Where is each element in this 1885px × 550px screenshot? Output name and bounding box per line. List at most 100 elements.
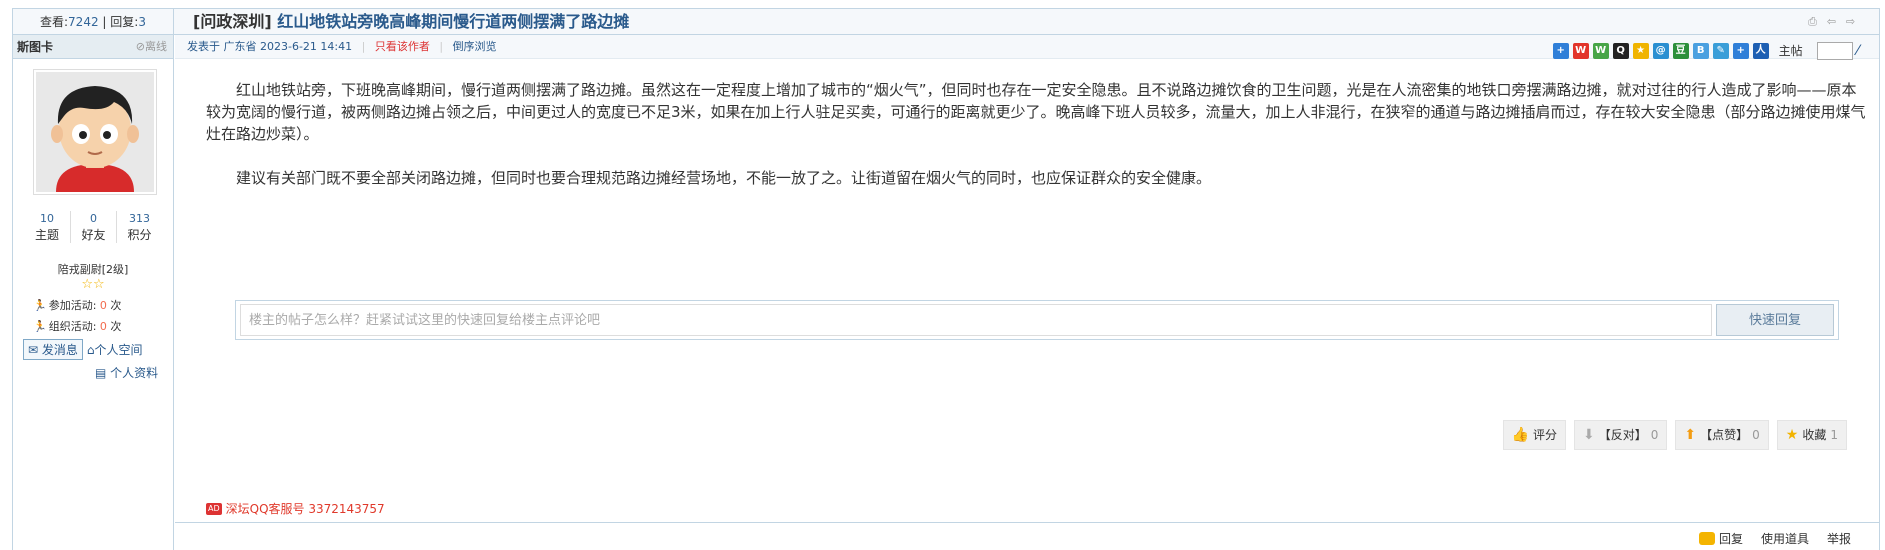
meta-separator: | [361,40,366,53]
post-frame: 查看:7242 | 回复:3 [问政深圳] 红山地铁站旁晚高峰期间慢行道两侧摆满… [12,8,1880,550]
offline-icon: ⊘ [135,40,145,53]
activity-count: 0 [99,299,107,312]
stats-separator: | [102,15,107,29]
arrow-up-icon: ⬆ [1684,427,1697,443]
favorite-button[interactable]: ★ 收藏 1 [1776,420,1847,450]
author-links: ✉ 发消息 ⌂个人空间 [23,339,173,360]
renren-icon[interactable]: 人 [1752,43,1769,59]
author-stats: 10 主题 0 好友 313 积分 [13,211,173,243]
online-status-label: 离线 [145,40,167,53]
activity-label: 组织活动: [48,320,97,333]
home-icon: ⌂ [86,343,95,357]
add-icon[interactable]: + [1732,43,1749,59]
author-sidebar: 斯图卡 ⊘离线 10 主题 0 好友 313 积分 陪戎副尉[2级] ☆☆ 🏃 … [13,35,174,550]
baidu-icon[interactable]: B [1692,43,1709,59]
thread-title-text: 红山地铁站旁晚高峰期间慢行道两侧摆满了路边摊 [277,12,630,31]
wechat-icon[interactable]: W [1592,43,1609,59]
reply-link[interactable]: 回复 [1698,530,1743,547]
post-meta: 发表于 广东省 2023-6-21 14:41 | 只看该作者 | 倒序浏览 +… [175,35,1879,60]
author-bar: 斯图卡 ⊘离线 [13,35,173,59]
post-actions: 👍 评分 ⬇ 【反对】 0 ⬆ 【点赞】 0 ★ 收藏 1 [1502,420,1847,450]
ad-banner[interactable]: AD 深坛QQ客服号 3372143757 [206,500,385,517]
floor-jump-input[interactable] [1816,42,1853,60]
share-plus-icon[interactable]: + [1552,43,1569,59]
running-man-icon: 🏃 [33,320,47,333]
activity-label: 参加活动: [48,299,97,312]
quick-reply-button[interactable]: 快速回复 [1716,304,1834,336]
stat-threads[interactable]: 10 主题 [24,211,70,243]
rate-button[interactable]: 👍 评分 [1502,420,1566,450]
arrow-down-icon: ⬇ [1583,427,1595,443]
mail-icon: ✉ [28,343,39,357]
post-paragraph: 建议有关部门既不要全部关闭路边摊，但同时也要合理规范路边摊经营场地，不能一放了之… [236,169,1212,187]
quick-reply-input[interactable]: 楼主的帖子怎么样？赶紧试试这里的快速回复给楼主点评论吧 [240,304,1712,336]
next-thread-icon[interactable]: ⇨ [1844,16,1857,28]
views-label: 查看: [40,15,69,29]
thread-category[interactable]: [问政深圳] [193,12,272,31]
prev-thread-icon[interactable]: ⇦ [1825,16,1838,28]
online-status: ⊘离线 [136,35,167,59]
stat-label: 主题 [34,228,59,242]
oppose-label: 【反对】 [1598,428,1647,442]
activity-unit: 次 [110,320,122,333]
stat-friends[interactable]: 0 好友 [70,211,116,243]
reverse-order-link[interactable]: 倒序浏览 [453,40,497,53]
reply-label: 回复 [1718,532,1743,546]
favorite-count: 1 [1830,428,1838,442]
activity-count: 0 [99,320,107,333]
qq-icon[interactable]: Q [1612,43,1629,59]
running-man-icon: 🏃 [33,299,47,312]
post-footer: 回复 使用道具 举报 [175,522,1879,550]
send-message-label: 发消息 [41,343,78,357]
thumb-up-icon: 👍 [1511,427,1529,443]
replies-label: 回复: [110,15,139,29]
star-icon: ☆ [93,277,105,292]
meta-separator: | [439,40,444,53]
ad-text: 深坛QQ客服号 3372143757 [225,502,385,516]
stat-points[interactable]: 313 积分 [116,211,162,243]
post-content: 红山地铁站旁，下班晚高峰期间，慢行道两侧摆满了路边摊。虽然这在一定程度上增加了城… [206,79,1866,211]
stat-value: 10 [40,212,54,225]
ad-tag: AD [206,502,222,515]
post-time: 发表于 广东省 2023-6-21 14:41 [187,40,353,53]
floor-label: 主帖 [1778,44,1803,58]
print-icon[interactable]: ⎙ [1806,16,1819,28]
like-button[interactable]: ⬆ 【点赞】 0 [1675,420,1769,450]
quick-reply-box: 楼主的帖子怎么样？赶紧试试这里的快速回复给楼主点评论吧 快速回复 [235,300,1839,340]
tencent-weibo-icon[interactable]: @ [1652,43,1669,59]
weibo-icon[interactable]: W [1572,43,1589,59]
stat-value: 0 [90,212,97,225]
edit-icon[interactable]: ✎ [1712,43,1729,59]
stat-label: 好友 [81,228,106,242]
like-label: 【点赞】 [1700,428,1749,442]
rank-stars: ☆☆ [13,277,173,293]
author-name[interactable]: 斯图卡 [17,40,53,54]
profile-link[interactable]: ▤ 个人资料 [95,364,173,381]
like-count: 0 [1752,428,1760,442]
qzone-icon[interactable]: ★ [1632,43,1649,59]
author-rank[interactable]: 陪戎副尉[2级] [13,261,173,277]
views-count: 7242 [68,15,99,29]
personal-space-label: 个人空间 [94,343,143,357]
post-paragraph: 红山地铁站旁，下班晚高峰期间，慢行道两侧摆满了路边摊。虽然这在一定程度上增加了城… [206,81,1866,143]
report-link[interactable]: 举报 [1827,530,1851,547]
thread-header: 查看:7242 | 回复:3 [问政深圳] 红山地铁站旁晚高峰期间慢行道两侧摆满… [13,9,1879,35]
star-icon: ★ [1785,427,1799,443]
only-author-link[interactable]: 只看该作者 [375,40,430,53]
douban-icon[interactable]: 豆 [1672,43,1689,59]
oppose-count: 0 [1650,428,1659,442]
activity-unit: 次 [110,299,122,312]
star-icon: ☆ [81,277,93,292]
send-message-button[interactable]: ✉ 发消息 [23,339,83,360]
jump-icon[interactable]: ⁄ [1857,39,1859,63]
replies-count: 3 [138,15,146,29]
thread-nav-icons: ⎙ ⇦ ⇨ [1806,16,1857,28]
reply-bubble-icon [1698,532,1715,545]
use-tools-link[interactable]: 使用道具 [1761,530,1809,547]
thread-title: [问政深圳] 红山地铁站旁晚高峰期间慢行道两侧摆满了路边摊 [193,9,629,35]
stat-value: 313 [129,212,150,225]
oppose-button[interactable]: ⬇ 【反对】 0 [1574,420,1668,450]
avatar[interactable] [33,69,157,195]
personal-space-link[interactable]: ⌂个人空间 [87,341,143,358]
share-bar: + W W Q ★ @ 豆 B ✎ + 人 主帖 ⁄ [1552,39,1859,63]
